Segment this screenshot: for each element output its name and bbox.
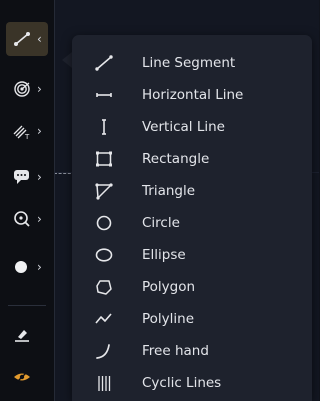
menu-item-free-hand[interactable]: Free hand — [72, 336, 312, 366]
menu-item-label: Line Segment — [142, 55, 236, 71]
zoom-in-icon — [13, 211, 31, 227]
menu-item-label: Polyline — [142, 311, 195, 327]
chevron-right-icon: › — [37, 170, 42, 184]
menu-item-label: Ellipse — [142, 247, 186, 263]
target-icon — [13, 81, 31, 97]
comment-icon — [13, 169, 31, 185]
marker-tools-button[interactable]: › — [6, 250, 48, 284]
chevron-right-icon: › — [37, 260, 42, 274]
menu-item-label: Vertical Line — [142, 119, 225, 135]
polygon-icon — [94, 278, 114, 296]
zoom-tools-button[interactable]: › — [6, 202, 48, 236]
eraser-button[interactable] — [6, 318, 48, 352]
drawing-toolbar: ‹ › T › › › › — [0, 0, 55, 401]
circle-icon — [94, 214, 114, 232]
menu-item-line-segment[interactable]: Line Segment — [72, 48, 312, 78]
line-tools-menu: Line Segment Horizontal Line Vertical Li… — [72, 35, 312, 401]
dot-icon — [13, 259, 31, 275]
menu-item-triangle[interactable]: Triangle — [72, 176, 312, 206]
triangle-icon — [94, 182, 114, 200]
gann-fib-tools-button[interactable]: › — [6, 72, 48, 106]
menu-item-label: Polygon — [142, 279, 196, 295]
toolbar-divider — [8, 305, 46, 306]
eraser-icon — [13, 327, 31, 343]
menu-item-label: Horizontal Line — [142, 87, 244, 103]
horizontal-line-icon — [94, 86, 114, 104]
svg-text:T: T — [24, 133, 30, 139]
menu-item-vertical-line[interactable]: Vertical Line — [72, 112, 312, 142]
menu-item-rectangle[interactable]: Rectangle — [72, 144, 312, 174]
hide-drawings-button[interactable] — [6, 360, 48, 394]
menu-item-polygon[interactable]: Polygon — [72, 272, 312, 302]
line-segment-icon — [94, 54, 114, 72]
menu-item-ellipse[interactable]: Ellipse — [72, 240, 312, 270]
chevron-right-icon: › — [37, 82, 42, 96]
rectangle-icon — [94, 150, 114, 168]
cyclic-lines-icon — [94, 374, 114, 392]
fib-tool-icon: T — [13, 123, 31, 139]
menu-pointer — [62, 52, 72, 68]
menu-item-circle[interactable]: Circle — [72, 208, 312, 238]
chevron-right-icon: › — [37, 124, 42, 138]
ellipse-icon — [94, 246, 114, 264]
menu-item-label: Free hand — [142, 343, 209, 359]
menu-item-cyclic-lines[interactable]: Cyclic Lines — [72, 368, 312, 398]
free-hand-icon — [94, 342, 114, 360]
fib-tools-button[interactable]: T › — [6, 114, 48, 148]
eye-hidden-icon — [13, 369, 31, 385]
menu-item-label: Triangle — [142, 183, 196, 199]
annotation-tools-button[interactable]: › — [6, 160, 48, 194]
menu-item-label: Cyclic Lines — [142, 375, 222, 391]
vertical-line-icon — [94, 118, 114, 136]
line-tools-button[interactable]: ‹ — [6, 22, 48, 56]
menu-item-horizontal-line[interactable]: Horizontal Line — [72, 80, 312, 110]
chevron-right-icon: › — [37, 212, 42, 226]
line-tool-icon — [13, 31, 31, 47]
menu-item-label: Circle — [142, 215, 180, 231]
menu-item-label: Rectangle — [142, 151, 210, 167]
chevron-left-icon: ‹ — [37, 32, 42, 46]
polyline-icon — [94, 310, 114, 328]
menu-item-polyline[interactable]: Polyline — [72, 304, 312, 334]
